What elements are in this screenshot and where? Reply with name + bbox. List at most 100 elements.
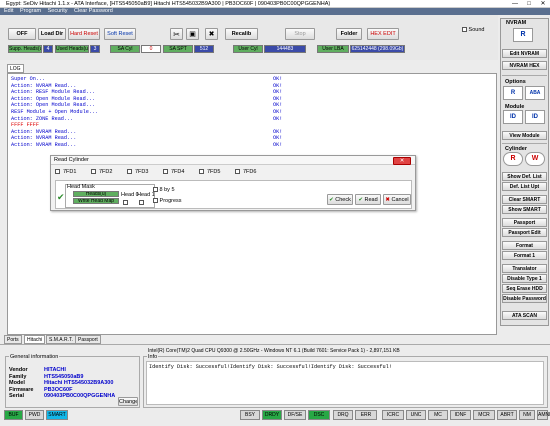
head-0-checkbox[interactable] <box>123 200 128 205</box>
cylinder-option-7fd3[interactable]: 7FD3 <box>127 169 148 175</box>
nvram-icon[interactable]: R <box>513 28 533 42</box>
dialog-title-bar: Read Cylinder <box>51 156 415 165</box>
tab-smart[interactable]: S.M.A.R.T. <box>46 335 76 344</box>
hard-reset-button[interactable]: Hard Reset <box>68 28 100 40</box>
tab-ports[interactable]: Ports <box>4 335 22 344</box>
translator-button[interactable]: Translator <box>502 264 547 273</box>
minimize-button[interactable]: — <box>508 0 522 8</box>
opt-8by5-label: 8 by 5 <box>159 187 175 193</box>
options-icon-2[interactable]: ABA <box>525 86 545 100</box>
off-button[interactable]: OFF <box>8 28 36 40</box>
sa-spt-value: 512 <box>194 45 214 53</box>
cylinder-checkbox[interactable] <box>199 169 204 175</box>
read-cylinder-dialog: Read Cylinder ✕ 7FD1 7FD2 7FD3 7FD4 7FD5 7FD6… <box>50 155 416 211</box>
cylinder-option-7fd1[interactable]: 7FD1 <box>55 169 76 175</box>
heads-u-field: Heads(u) <box>73 191 119 197</box>
ata-scan-button[interactable]: ATA SCAN <box>502 311 547 320</box>
options-icon-1[interactable]: R <box>503 86 523 100</box>
check-button[interactable]: ✔ Check <box>327 194 353 205</box>
status-indicator-smart: SMART <box>46 410 68 420</box>
format-button[interactable]: Format <box>502 241 547 250</box>
passport-edit-button[interactable]: Passport Edit <box>502 228 547 237</box>
def-list-upt-button[interactable]: Def. List Upt <box>502 182 547 191</box>
cylinder-write-icon[interactable]: W <box>525 152 545 166</box>
load-dir-button[interactable]: Load Dir <box>38 28 66 40</box>
tools-icon[interactable]: ✖ <box>205 28 218 40</box>
tab-hitachi[interactable]: Hitachi <box>24 335 46 344</box>
menu-item-edit[interactable]: Edit <box>4 8 13 14</box>
maximize-button[interactable]: □ <box>522 0 536 8</box>
log-line: RESF Module + Open Module... OK! <box>11 109 493 116</box>
folder-button[interactable]: Folder <box>336 28 362 40</box>
read-label: Read <box>364 197 378 203</box>
cylinder-read-icon[interactable]: R <box>503 152 523 166</box>
check-icon: ✔ <box>329 197 334 203</box>
cylinder-checkbox[interactable] <box>55 169 60 175</box>
write-head-map-button[interactable]: Write Head Map <box>73 198 119 204</box>
recalib-button[interactable]: Recalib <box>225 28 258 40</box>
save-icon[interactable]: ▣ <box>186 28 199 40</box>
menu-item-clear-password[interactable]: Clear Password <box>74 8 113 14</box>
family-value: HTS545050aB9 <box>44 373 84 380</box>
opt-progress-label: Progress <box>159 198 182 204</box>
disable-type-1-button[interactable]: Disable Type 1 <box>502 274 547 283</box>
module-icon-2[interactable]: ID <box>525 110 545 124</box>
cylinder-checkbox[interactable] <box>235 169 240 175</box>
check-mark-icon: ✔ <box>57 192 65 202</box>
divider <box>0 344 550 345</box>
status-indicator-mc: MC <box>428 410 448 420</box>
clear-smart-button[interactable]: Clear SMART <box>502 195 547 204</box>
model-label: Model <box>9 380 25 387</box>
cylinder-option-7fd4[interactable]: 7FD4 <box>163 169 184 175</box>
nvram-hex-button[interactable]: NVRAM HEX <box>502 61 547 70</box>
tab-passport[interactable]: Passport <box>75 335 101 344</box>
dialog-close-button[interactable]: ✕ <box>393 157 411 165</box>
used-heads-label: Used Heads(u) <box>55 45 89 53</box>
edit-nvram-button[interactable]: Edit NVRAM <box>502 49 547 58</box>
status-indicator-err: ERR <box>355 410 377 420</box>
vendor-value: HITACHI <box>44 367 66 373</box>
cylinder-option-7fd5[interactable]: 7FD5 <box>199 169 220 175</box>
head-1-checkbox[interactable] <box>139 200 144 205</box>
cylinder-option-7fd6[interactable]: 7FD6 <box>235 169 256 175</box>
menu-item-program[interactable]: Program <box>20 8 41 14</box>
cancel-icon: ✖ <box>385 197 390 203</box>
general-info-values: HITACHI HTS545050aB9 Hitachi HTS545032B9… <box>44 367 115 400</box>
sound-checkbox[interactable]: Sound <box>462 27 484 33</box>
cylinder-checkbox[interactable] <box>91 169 96 175</box>
disable-password-button[interactable]: Disable Password <box>502 294 547 303</box>
supp-heads-value: 4 <box>43 45 53 53</box>
cylinder-checkbox[interactable] <box>163 169 168 175</box>
menu-item-security[interactable]: Security <box>48 8 68 14</box>
format-1-button[interactable]: Format 1 <box>502 251 547 260</box>
menu-bar: Edit Program Security Clear Password <box>0 8 550 15</box>
show-def-list-button[interactable]: Show Def. List <box>502 172 547 181</box>
status-indicator-drq: DRQ <box>333 410 353 420</box>
cylinder-option-7fd2[interactable]: 7FD2 <box>91 169 112 175</box>
show-smart-button[interactable]: Show SMART <box>502 205 547 214</box>
serial-value: 090403PB0C00QPGGENHA <box>44 393 116 400</box>
passport-button[interactable]: Passport <box>502 218 547 227</box>
stop-button[interactable]: Stop <box>285 28 315 40</box>
status-indicator-idnf: IDNF <box>450 410 471 420</box>
cylinder-checkbox[interactable] <box>127 169 132 175</box>
sound-label: Sound <box>468 27 485 33</box>
hex-edit-button[interactable]: HEX EDIT <box>367 28 399 40</box>
close-window-button[interactable]: ✕ <box>536 0 550 8</box>
cancel-button[interactable]: ✖ Cancel <box>383 194 411 205</box>
soft-reset-button[interactable]: Soft Reset <box>104 28 136 40</box>
opt-progress[interactable]: Progress <box>153 198 182 204</box>
sa-cyl-value: 0 <box>141 45 161 53</box>
seq-erase-hdd-button[interactable]: Seq Erase HDD <box>502 284 547 293</box>
log-line-text: Super On... <box>11 76 46 82</box>
status-indicator-abrt: ABRT <box>497 410 517 420</box>
user-cyl-label: User Cyl <box>233 45 263 53</box>
cut-icon[interactable]: ✂ <box>170 28 183 40</box>
window-title: Egypt: SeDiv Hitachi 1.1.x - ATA Interfa… <box>6 1 331 7</box>
opt-8by5[interactable]: 8 by 5 <box>153 187 175 193</box>
module-icon-1[interactable]: ID <box>503 110 523 124</box>
view-module-button[interactable]: View Module <box>502 131 547 140</box>
read-button[interactable]: ✔ Read <box>355 194 381 205</box>
log-tab[interactable]: LOG <box>7 64 24 73</box>
change-button[interactable]: Change <box>118 397 138 406</box>
